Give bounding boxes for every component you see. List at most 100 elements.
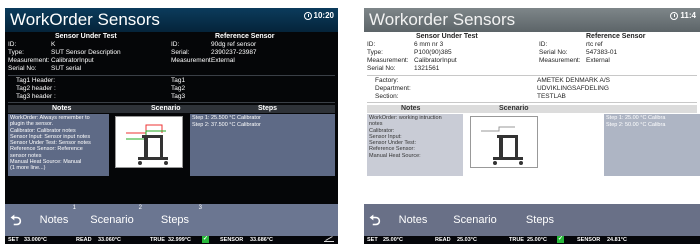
tab-steps-number: 3 bbox=[198, 205, 202, 211]
tag1-value: Tag1 bbox=[171, 77, 186, 84]
sensor-value: 33.686°C bbox=[250, 237, 273, 243]
ref-serial-label: Serial: bbox=[171, 49, 190, 56]
right-screen: Workorder Sensors 11:4 Sensor Under Test… bbox=[364, 8, 700, 244]
sensor-label: SENSOR bbox=[220, 237, 244, 243]
sut-header: Sensor Under Test bbox=[416, 33, 478, 40]
tab-steps-label: Steps bbox=[160, 214, 190, 226]
set-label: SET bbox=[367, 237, 378, 243]
sut-serial-value: 1321561 bbox=[414, 65, 440, 72]
tab-notes[interactable]: Notes bbox=[388, 204, 438, 236]
sut-measurement-label: Measurement: bbox=[367, 57, 409, 64]
ref-id-label: ID: bbox=[171, 41, 180, 48]
notes-box[interactable]: WorkOrder: Always remember to plugin the… bbox=[8, 114, 109, 176]
ref-id-label: ID: bbox=[539, 41, 548, 48]
ref-measurement-value: External bbox=[211, 57, 235, 64]
ref-serial-value: 2390237-23987 bbox=[211, 49, 257, 56]
step-row[interactable]: Step 2: 50.00 °C Calibra bbox=[606, 122, 698, 129]
sut-type-value: SUT Sensor Description bbox=[51, 49, 121, 56]
sut-type-value: P100(90)385 bbox=[414, 49, 452, 56]
sut-serial-label: Serial No: bbox=[367, 65, 396, 72]
clock-icon bbox=[303, 11, 312, 20]
sut-measurement-label: Measurement: bbox=[8, 57, 50, 64]
steps-box[interactable]: Step 1: 25.500 °C Calibrator Step 2: 37.… bbox=[190, 114, 335, 176]
scenario-graphic[interactable] bbox=[470, 116, 538, 168]
section-label: Section: bbox=[375, 93, 399, 100]
scenario-diagram-icon bbox=[126, 124, 168, 165]
scenario-header: Scenario bbox=[499, 105, 529, 112]
factory-value: AMETEK DENMARK A/S bbox=[537, 77, 610, 84]
clock: 11:4 bbox=[670, 11, 696, 20]
ref-measurement-value: External bbox=[586, 57, 610, 64]
clock-icon bbox=[670, 11, 679, 20]
notes-header: Notes bbox=[52, 105, 72, 112]
org-section: Factory: AMETEK DENMARK A/S Department: … bbox=[367, 75, 697, 103]
steps-header: Steps bbox=[258, 105, 278, 112]
tag3-label: Tag3 header : bbox=[16, 93, 56, 100]
step-row[interactable]: Step 2: 37.500 °C Calibrator bbox=[192, 122, 333, 129]
sut-id-value: K bbox=[51, 41, 56, 48]
sut-serial-label: Serial No: bbox=[8, 65, 37, 72]
ref-id-value: 90dg ref sensor bbox=[211, 41, 257, 48]
status-bar: SET 33.000°C READ 33.060°C TRUE 32.999°C… bbox=[5, 236, 338, 244]
clock-time: 11:4 bbox=[680, 11, 696, 20]
back-icon[interactable]: ⮌ bbox=[364, 204, 386, 236]
sensor-panel: Sensor Under Test Reference Sensor ID: 6… bbox=[364, 32, 700, 204]
ref-serial-value: 547383-01 bbox=[586, 49, 618, 56]
tag3-value: Tag3 bbox=[171, 93, 186, 100]
notes-box[interactable]: WorkOrder: working intruction notes Cali… bbox=[367, 114, 463, 176]
back-icon[interactable]: ⮌ bbox=[5, 204, 27, 236]
ref-measurement-label: Measurement: bbox=[539, 57, 581, 64]
status-bar: SET 25.00°C READ 25.03°C TRUE 25.00°C ✓ … bbox=[364, 236, 700, 244]
steps-box[interactable]: Step 1: 25.00 °C Calibra Step 2: 50.00 °… bbox=[604, 114, 700, 176]
scenario-header: Scenario bbox=[151, 105, 181, 112]
tag-section: Tag1 Header: Tag1 Tag2 header : Tag2 Tag… bbox=[8, 75, 335, 103]
ref-header: Reference Sensor bbox=[586, 33, 646, 40]
tab-scenario[interactable]: Scenario 2 bbox=[79, 204, 145, 236]
sut-measurement-value: CalibratorInput bbox=[51, 57, 94, 64]
section-headers: Notes Scenario bbox=[367, 105, 697, 113]
window-title: WorkOrder Sensors bbox=[10, 10, 160, 29]
title-bar: Workorder Sensors 11:4 bbox=[364, 8, 700, 32]
signal-icon bbox=[324, 236, 334, 242]
window-title: Workorder Sensors bbox=[369, 10, 516, 29]
notes-header: Notes bbox=[401, 105, 421, 112]
set-value: 33.000°C bbox=[24, 237, 47, 243]
tab-notes[interactable]: Notes 1 bbox=[29, 204, 79, 236]
scenario-graphic[interactable] bbox=[115, 116, 183, 168]
tab-steps[interactable]: Steps 3 bbox=[145, 204, 205, 236]
step-row[interactable]: Step 1: 25.500 °C Calibrator bbox=[192, 115, 333, 122]
scenario-diagram-icon bbox=[481, 126, 523, 165]
step-row[interactable]: Step 1: 25.00 °C Calibra bbox=[606, 115, 698, 122]
comparison-page: WorkOrder Sensors 10:20 Sensor Under Tes… bbox=[0, 0, 700, 244]
sensor-panel: Sensor Under Test Reference Sensor ID: K… bbox=[5, 32, 338, 204]
tab-scenario[interactable]: Scenario bbox=[440, 204, 510, 236]
ref-header: Reference Sensor bbox=[215, 33, 275, 40]
sut-type-label: Type: bbox=[8, 49, 24, 56]
department-value: UDVIKLINGSAFDELING bbox=[537, 85, 609, 92]
true-label: TRUE bbox=[509, 237, 524, 243]
department-label: Department: bbox=[375, 85, 411, 92]
factory-label: Factory: bbox=[375, 77, 399, 84]
title-bar: WorkOrder Sensors 10:20 bbox=[5, 8, 338, 32]
clock-time: 10:20 bbox=[313, 11, 334, 20]
read-label: READ bbox=[435, 237, 451, 243]
ref-measurement-label: Measurement: bbox=[171, 57, 213, 64]
tab-scenario-number: 2 bbox=[138, 205, 142, 211]
ref-serial-label: Serial No: bbox=[539, 49, 568, 56]
tab-bar: ⮌ Notes Scenario Steps bbox=[364, 204, 700, 236]
clock: 10:20 bbox=[303, 11, 334, 20]
read-value: 33.060°C bbox=[98, 237, 121, 243]
notes-line: Manual Heat Source: bbox=[369, 152, 421, 159]
sut-type-label: Type: bbox=[367, 49, 383, 56]
sut-serial-value: SUT serial bbox=[51, 65, 82, 72]
true-value: 25.00°C bbox=[527, 237, 547, 243]
sut-header: Sensor Under Test bbox=[55, 33, 117, 40]
tab-steps[interactable]: Steps bbox=[510, 204, 570, 236]
notes-line: (1 more line...) bbox=[10, 165, 46, 172]
section-headers: Notes Scenario Steps bbox=[8, 105, 335, 113]
section-value: TESTLAB bbox=[537, 93, 566, 100]
sensor-label: SENSOR bbox=[577, 237, 601, 243]
tab-scenario-label: Scenario bbox=[90, 214, 134, 226]
tab-notes-number: 1 bbox=[72, 205, 76, 211]
tag2-value: Tag2 bbox=[171, 85, 186, 92]
